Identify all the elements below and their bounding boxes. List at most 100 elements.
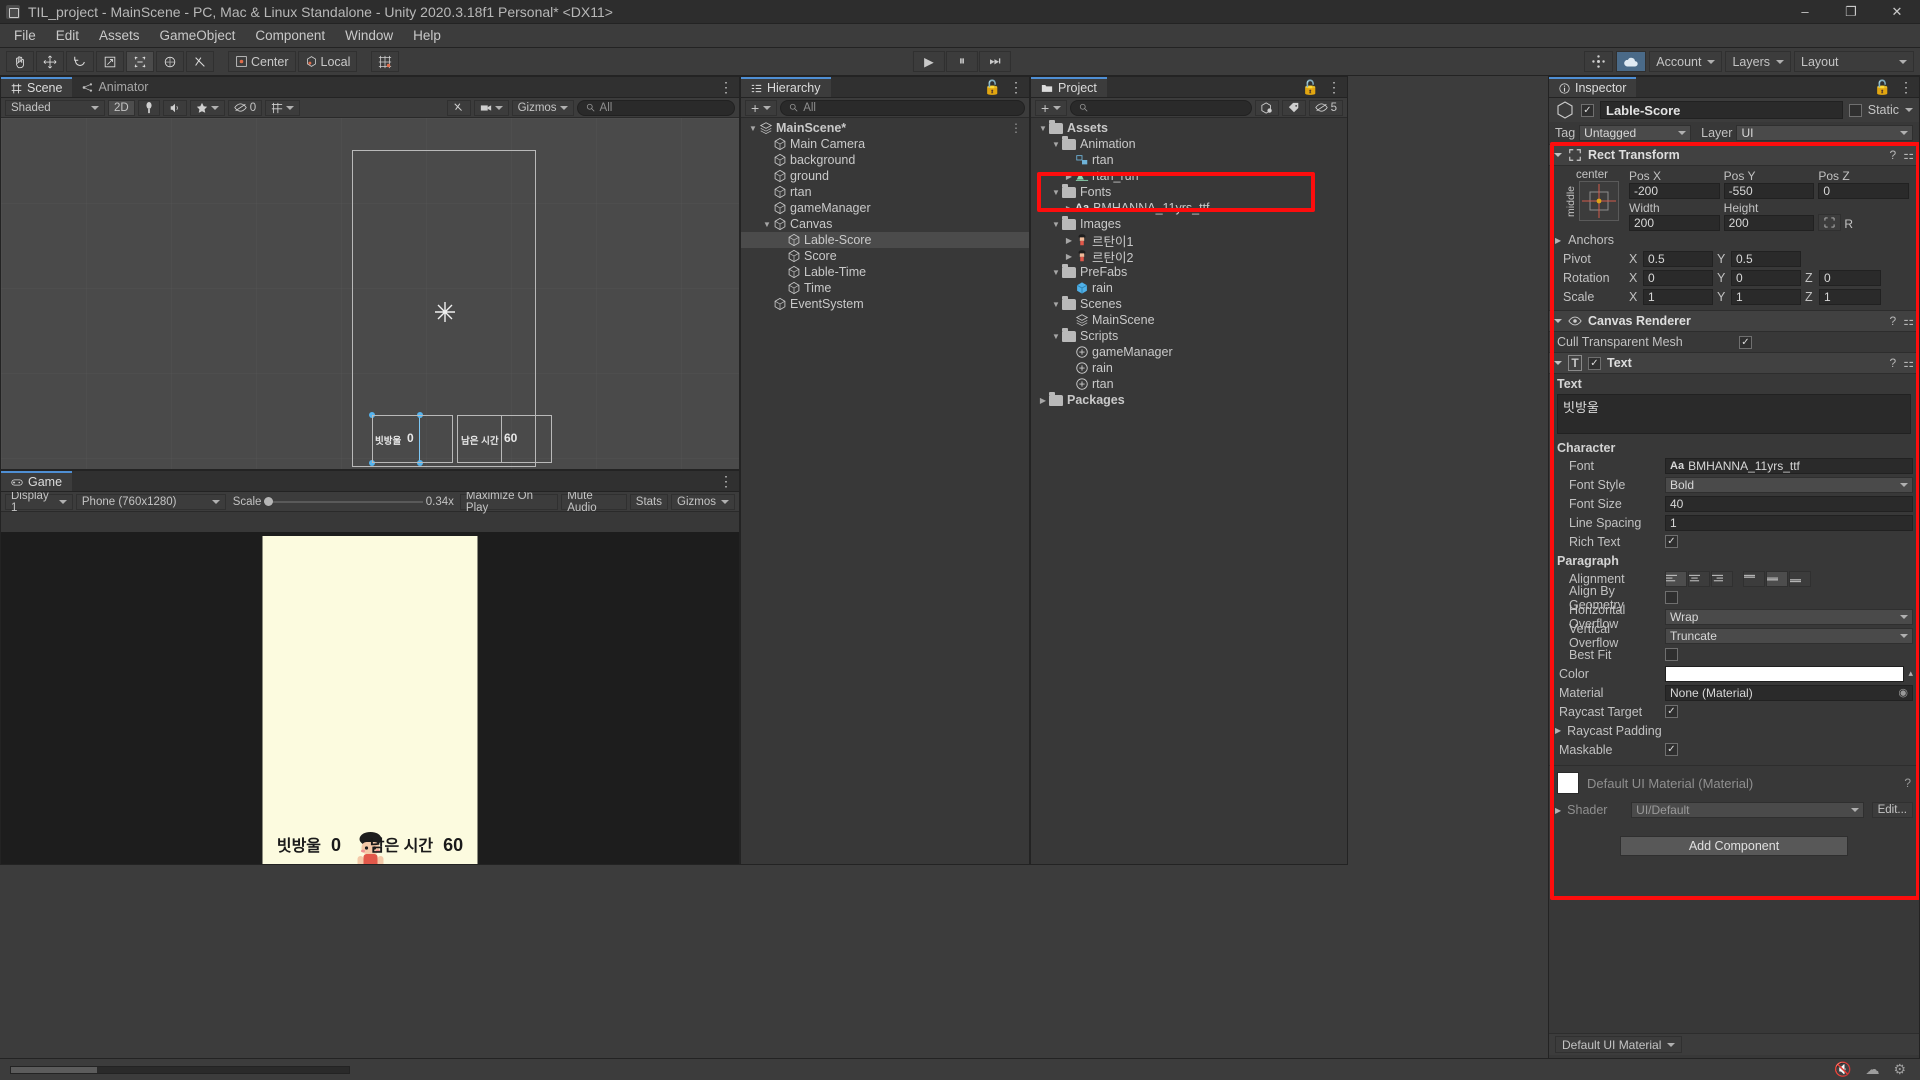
rect-transform-preset-icon[interactable]: ⚏ [1903, 148, 1914, 162]
layout-dropdown[interactable]: Layout [1794, 51, 1914, 72]
scale-x-field[interactable]: 1 [1643, 288, 1713, 305]
project-add-button[interactable]: + [1035, 99, 1068, 116]
custom-tool-button[interactable] [186, 51, 214, 72]
maskable-checkbox[interactable] [1665, 743, 1678, 756]
scene-gizmos-dropdown[interactable]: Gizmos [511, 99, 574, 116]
alignment-buttons[interactable] [1665, 570, 1811, 587]
maximize-on-play-toggle[interactable]: Maximize On Play [459, 492, 559, 514]
hierarchy-item-mainscene[interactable]: ▼ MainScene* ⋮ [741, 120, 1029, 136]
rect-transform-header[interactable]: Rect Transform ? ⚏ [1549, 144, 1919, 166]
transform-tool-button[interactable] [156, 51, 184, 72]
scene-lighting-icon[interactable] [137, 99, 160, 116]
color-swatch[interactable] [1665, 665, 1905, 682]
tab-game[interactable]: Game [1, 471, 73, 491]
scene-audio-icon[interactable] [162, 99, 187, 116]
static-checkbox[interactable] [1848, 103, 1862, 117]
align-top-button[interactable] [1743, 570, 1765, 587]
rot-y-field[interactable]: 0 [1731, 269, 1801, 286]
text-component-header[interactable]: T Text ? ⚏ [1549, 352, 1919, 374]
layer-dropdown[interactable]: UI [1736, 125, 1913, 141]
add-component-button[interactable]: Add Component [1620, 836, 1848, 856]
height-field[interactable]: 200 [1723, 215, 1815, 231]
display-dropdown[interactable]: Display 1 [5, 492, 73, 514]
anchors-foldout[interactable]: ▶ Anchors [1549, 231, 1919, 249]
project-item-rtan[interactable]: rtan [1031, 152, 1347, 168]
account-dropdown[interactable]: Account [1649, 51, 1723, 72]
font-size-field[interactable]: 40 [1665, 495, 1913, 512]
collab-button[interactable] [1584, 51, 1614, 72]
hierarchy-add-button[interactable]: + [745, 99, 778, 116]
tab-hierarchy[interactable]: Hierarchy [741, 77, 831, 97]
project-item-mainscene[interactable]: MainScene [1031, 312, 1347, 328]
hierarchy-item-main-camera[interactable]: Main Camera [741, 136, 1029, 152]
horizontal-overflow-dropdown[interactable]: Wrap [1665, 608, 1913, 625]
text-value-textarea[interactable]: 빗방울 [1557, 394, 1911, 434]
menu-item-component[interactable]: Component [245, 26, 335, 45]
menu-item-assets[interactable]: Assets [89, 26, 150, 45]
stats-toggle[interactable]: Stats [629, 493, 669, 510]
rect-transform-help-icon[interactable]: ? [1890, 148, 1897, 162]
default-ui-material-header[interactable]: Default UI Material (Material) ? [1549, 765, 1919, 800]
inspector-lock-icon[interactable]: 🔓 [1874, 79, 1891, 96]
project-lock-icon[interactable]: 🔓 [1302, 79, 1319, 96]
chevron-down-icon[interactable]: ▼ [761, 220, 773, 229]
project-item-fonts[interactable]: ▼ Fonts [1031, 183, 1347, 200]
project-item-scripts[interactable]: ▼ Scripts [1031, 327, 1347, 344]
raycast-target-checkbox[interactable] [1665, 705, 1678, 718]
pivot-y-field[interactable]: 0.5 [1731, 250, 1801, 267]
hierarchy-tree[interactable]: ▼ MainScene* ⋮ Main Camera background ground r… [741, 118, 1029, 312]
project-menu-icon[interactable]: ⋮ [1327, 79, 1341, 96]
scene-tool-settings-icon[interactable] [446, 99, 471, 116]
material-help-icon[interactable]: ? [1904, 776, 1911, 790]
hierarchy-item-gamemanager[interactable]: gameManager [741, 200, 1029, 216]
hierarchy-item-score[interactable]: Score [741, 248, 1029, 264]
scale-slider[interactable] [264, 495, 423, 509]
minimize-button[interactable]: – [1782, 0, 1828, 24]
status-cloud-icon[interactable]: ☁ [1865, 1061, 1879, 1078]
pivot-rotation-button[interactable]: Local [297, 51, 358, 72]
hierarchy-item-ground[interactable]: ground [741, 168, 1029, 184]
blueprint-mode-button[interactable] [1818, 214, 1842, 231]
status-bug-icon[interactable]: ⚙ [1893, 1061, 1906, 1078]
project-item-assets[interactable]: ▼ Assets [1031, 119, 1347, 136]
canvas-renderer-help-icon[interactable]: ? [1890, 314, 1897, 328]
hierarchy-item-eventsystem[interactable]: EventSystem [741, 296, 1029, 312]
material-object-field[interactable]: None (Material) ◉ [1665, 684, 1913, 701]
chevron-down-icon[interactable]: ▼ [1050, 268, 1062, 277]
menu-item-window[interactable]: Window [335, 26, 403, 45]
game-panel-menu-icon[interactable]: ⋮ [719, 473, 733, 490]
status-mute-icon[interactable]: 🔇 [1834, 1061, 1851, 1078]
shader-dropdown[interactable]: UI/Default [1631, 802, 1864, 818]
project-filter-label-icon[interactable] [1281, 99, 1306, 116]
tab-animator[interactable]: Animator [72, 77, 159, 97]
project-item-1[interactable]: ▶ 르탄이1 [1031, 232, 1347, 249]
project-item-rtan-run[interactable]: ▶ rtan_run [1031, 168, 1347, 184]
hierarchy-item-lable-score[interactable]: Lable-Score [741, 232, 1029, 248]
hierarchy-menu-icon[interactable]: ⋮ [1009, 79, 1023, 96]
chevron-down-icon[interactable]: ▼ [1037, 124, 1049, 133]
tab-inspector[interactable]: Inspector [1549, 77, 1637, 97]
pos-x-field[interactable]: -200 [1629, 183, 1720, 199]
color-eyedropper-icon[interactable]: ▴ [1908, 668, 1913, 679]
chevron-right-icon[interactable]: ▶ [1063, 172, 1075, 181]
shader-edit-button[interactable]: Edit... [1871, 802, 1913, 818]
pos-z-field[interactable]: 0 [1818, 183, 1910, 199]
rich-text-checkbox[interactable] [1665, 535, 1678, 548]
game-viewport[interactable]: 빗방울 0 남은 시간 60 [1, 532, 739, 864]
chevron-right-icon[interactable]: ▶ [1063, 252, 1075, 261]
hierarchy-search-input[interactable]: All [780, 99, 1025, 116]
footer-material-dropdown[interactable]: Default UI Material [1555, 1036, 1683, 1053]
scene-viewport[interactable]: 빗방울 0 남은 시간 60 [1, 118, 739, 469]
mode-2d-toggle[interactable]: 2D [108, 99, 135, 116]
static-dropdown-caret[interactable] [1905, 108, 1913, 112]
text-component-enabled-checkbox[interactable] [1588, 356, 1601, 370]
pause-button[interactable]: ⏸ [945, 51, 978, 72]
text-component-preset-icon[interactable]: ⚏ [1903, 356, 1914, 370]
raw-edit-label[interactable]: R [1844, 217, 1853, 231]
project-search-input[interactable] [1070, 99, 1252, 116]
play-button[interactable]: ▶ [912, 51, 945, 72]
width-field[interactable]: 200 [1629, 215, 1720, 231]
best-fit-checkbox[interactable] [1665, 648, 1678, 661]
font-style-dropdown[interactable]: Bold [1665, 476, 1913, 493]
canvas-renderer-preset-icon[interactable]: ⚏ [1903, 314, 1914, 328]
